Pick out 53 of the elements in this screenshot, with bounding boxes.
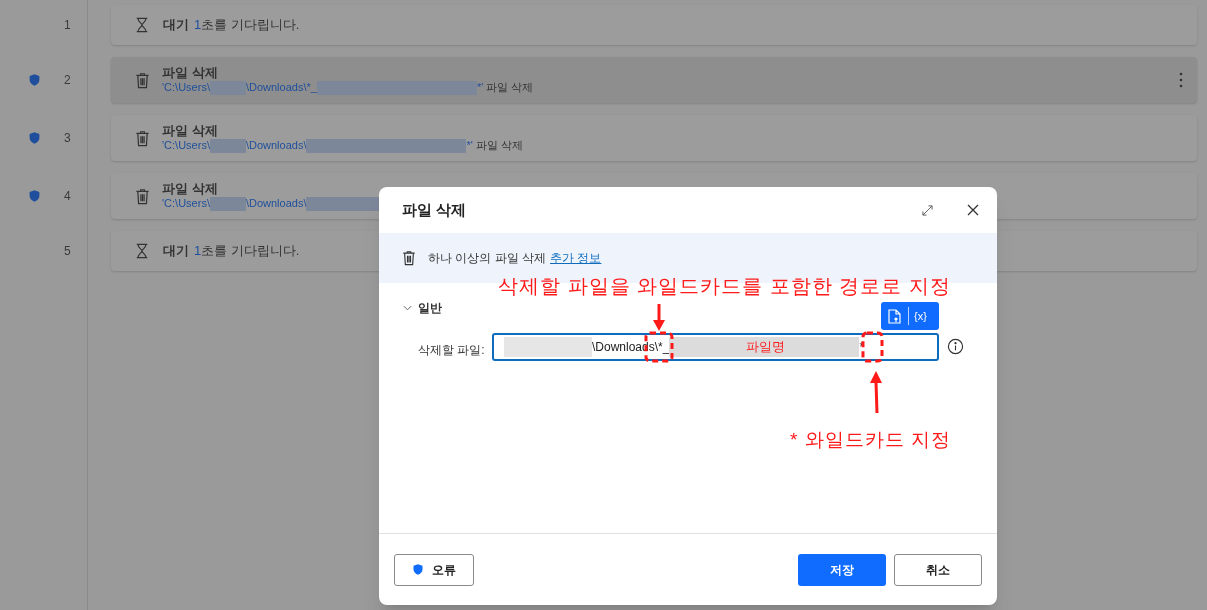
- action-row[interactable]: 파일 삭제 'C:\Users\ \Downloads\ *' 파일 삭제: [111, 115, 1197, 161]
- trash-icon: [135, 71, 150, 89]
- path-suffix: 파일 삭제: [475, 139, 523, 153]
- save-button[interactable]: 저장: [798, 553, 886, 586]
- path-text: *': [466, 139, 473, 153]
- action-row[interactable]: 대기 1초를 기다립니다.: [111, 5, 1197, 45]
- description-text: 하나 이상의 파일 삭제: [428, 250, 546, 267]
- blurred-text: [209, 197, 246, 212]
- path-suffix: 파일 삭제: [486, 81, 534, 95]
- action-row[interactable]: 파일 삭제 'C:\Users\ \Downloads\*_ *' 파일 삭제: [111, 57, 1197, 103]
- line-number: 4: [64, 188, 71, 205]
- expand-icon[interactable]: [922, 204, 933, 216]
- action-title: 파일 삭제: [162, 64, 218, 82]
- path-text: 'C:\Users\: [162, 139, 210, 153]
- line-number: 5: [64, 243, 71, 260]
- action-title: 파일 삭제: [162, 122, 218, 140]
- blurred-text: [209, 139, 246, 154]
- trash-icon: [135, 129, 150, 147]
- shield-icon: [412, 563, 424, 576]
- highlight-outline: [861, 331, 884, 363]
- close-icon[interactable]: [967, 204, 979, 216]
- action-text: 대기 1초를 기다립니다.: [163, 16, 300, 35]
- path-text: 'C:\Users\: [162, 81, 210, 95]
- line-number: 2: [64, 72, 71, 89]
- action-title: 파일 삭제: [162, 180, 218, 198]
- annotation-text: * 와일드카드 지정: [790, 428, 951, 452]
- hourglass-icon: [135, 17, 149, 33]
- hourglass-icon: [135, 243, 149, 259]
- more-icon[interactable]: [1179, 72, 1183, 88]
- arrow: [653, 304, 665, 331]
- field-label: 삭제할 파일:: [418, 342, 485, 359]
- annotation-label: 파일명: [746, 338, 785, 356]
- variables-button[interactable]: {x}: [914, 307, 927, 325]
- annotation-text: 삭제할 파일을 와일드카드를 포함한 경로로 지정: [498, 274, 951, 299]
- trash-icon: [402, 250, 416, 266]
- file-icon[interactable]: [888, 308, 901, 324]
- line-number: 1: [64, 17, 71, 34]
- section-header[interactable]: 일반: [403, 299, 442, 317]
- path-text: \Downloads\: [245, 197, 307, 211]
- info-icon[interactable]: [947, 338, 964, 355]
- path-text: 'C:\Users\: [162, 197, 210, 211]
- arrow: [870, 371, 882, 414]
- error-button[interactable]: 오류: [394, 553, 474, 586]
- line-number: 3: [64, 130, 71, 147]
- path-text: *': [476, 81, 484, 95]
- path-text: \Downloads\: [245, 139, 307, 153]
- field-text: \Downloads\*_: [592, 339, 670, 356]
- dialog-title: 파일 삭제: [402, 199, 467, 220]
- action-text: 대기 1초를 기다립니다.: [163, 242, 300, 261]
- info-link[interactable]: 추가 정보: [550, 249, 602, 267]
- path-text: \Downloads\*_: [245, 81, 317, 95]
- cancel-button[interactable]: 취소: [894, 553, 982, 586]
- trash-icon: [135, 187, 150, 205]
